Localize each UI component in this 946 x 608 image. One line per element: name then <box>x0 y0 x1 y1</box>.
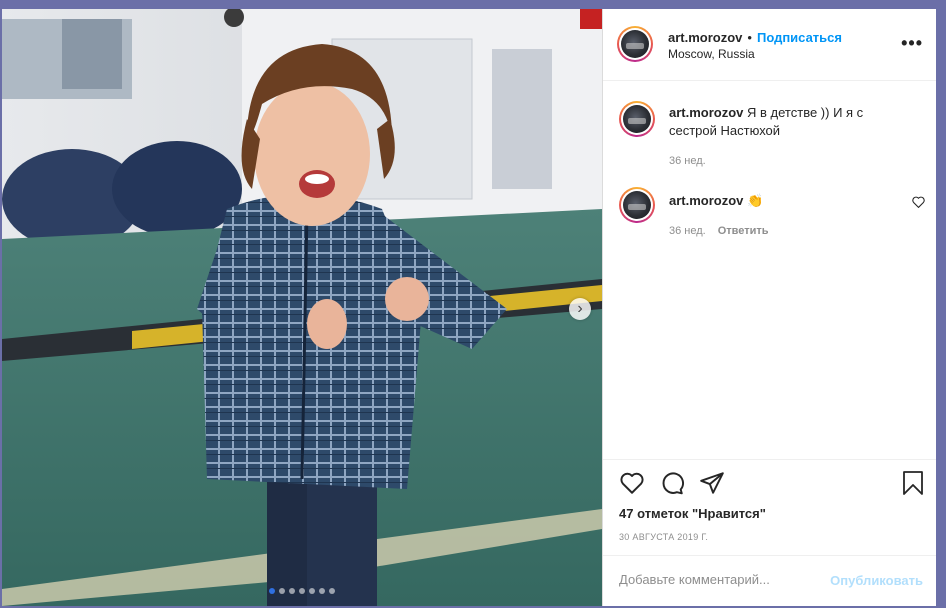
photo-illustration <box>2 9 602 606</box>
follow-button[interactable]: Подписаться <box>757 30 842 45</box>
comment-body: 👏 <box>747 193 764 208</box>
comment-bubble-icon[interactable] <box>659 470 685 496</box>
post-header: art.morozov • Подписаться Moscow, Russia… <box>603 9 936 81</box>
caption-text: art.morozov Я в детстве )) И я с сестрой… <box>669 104 899 140</box>
comment-username[interactable]: art.morozov <box>669 193 743 208</box>
post-actions: 47 отметок "Нравится" 30 АВГУСТА 2019 Г.… <box>603 459 936 606</box>
likes-count[interactable]: 47 отметок "Нравится" <box>619 506 766 521</box>
publish-button[interactable]: Опубликовать <box>830 573 923 588</box>
next-photo-button[interactable]: › <box>569 298 591 320</box>
carousel-dot <box>309 588 315 594</box>
comment-text: art.morozov 👏 <box>669 192 899 210</box>
author-avatar[interactable] <box>617 26 653 62</box>
carousel-dot <box>289 588 295 594</box>
comment-avatar[interactable] <box>619 187 655 223</box>
comment-time[interactable]: 36 нед. <box>669 155 706 167</box>
carousel-indicator <box>2 588 602 594</box>
post-dialog: › art.morozov • Подписаться Moscow, Russ… <box>2 9 936 606</box>
carousel-dot <box>319 588 325 594</box>
add-comment-bar: Опубликовать <box>603 555 936 606</box>
reply-button[interactable]: Ответить <box>718 225 769 237</box>
share-direct-icon[interactable] <box>699 470 725 496</box>
bookmark-icon[interactable] <box>901 470 925 501</box>
carousel-dot <box>299 588 305 594</box>
post-location[interactable]: Moscow, Russia <box>668 47 755 61</box>
comment-input[interactable] <box>619 572 819 587</box>
post-date: 30 АВГУСТА 2019 Г. <box>619 532 709 542</box>
carousel-dot <box>329 588 335 594</box>
comment-avatar[interactable] <box>619 101 655 137</box>
author-username[interactable]: art.morozov <box>668 30 742 45</box>
comment-username[interactable]: art.morozov <box>669 105 743 120</box>
post-photo[interactable]: › <box>2 9 602 606</box>
carousel-dot <box>269 588 275 594</box>
more-options-icon[interactable]: ••• <box>901 33 923 54</box>
comment-meta: 36 нед. <box>669 155 706 167</box>
separator-dot: • <box>747 30 752 45</box>
like-comment-heart-icon[interactable] <box>912 195 925 213</box>
comment-time[interactable]: 36 нед. <box>669 225 706 237</box>
like-heart-icon[interactable] <box>619 470 645 496</box>
comment-meta: 36 нед. Ответить <box>669 225 769 237</box>
carousel-dot <box>279 588 285 594</box>
post-details-panel: art.morozov • Подписаться Moscow, Russia… <box>602 9 936 606</box>
